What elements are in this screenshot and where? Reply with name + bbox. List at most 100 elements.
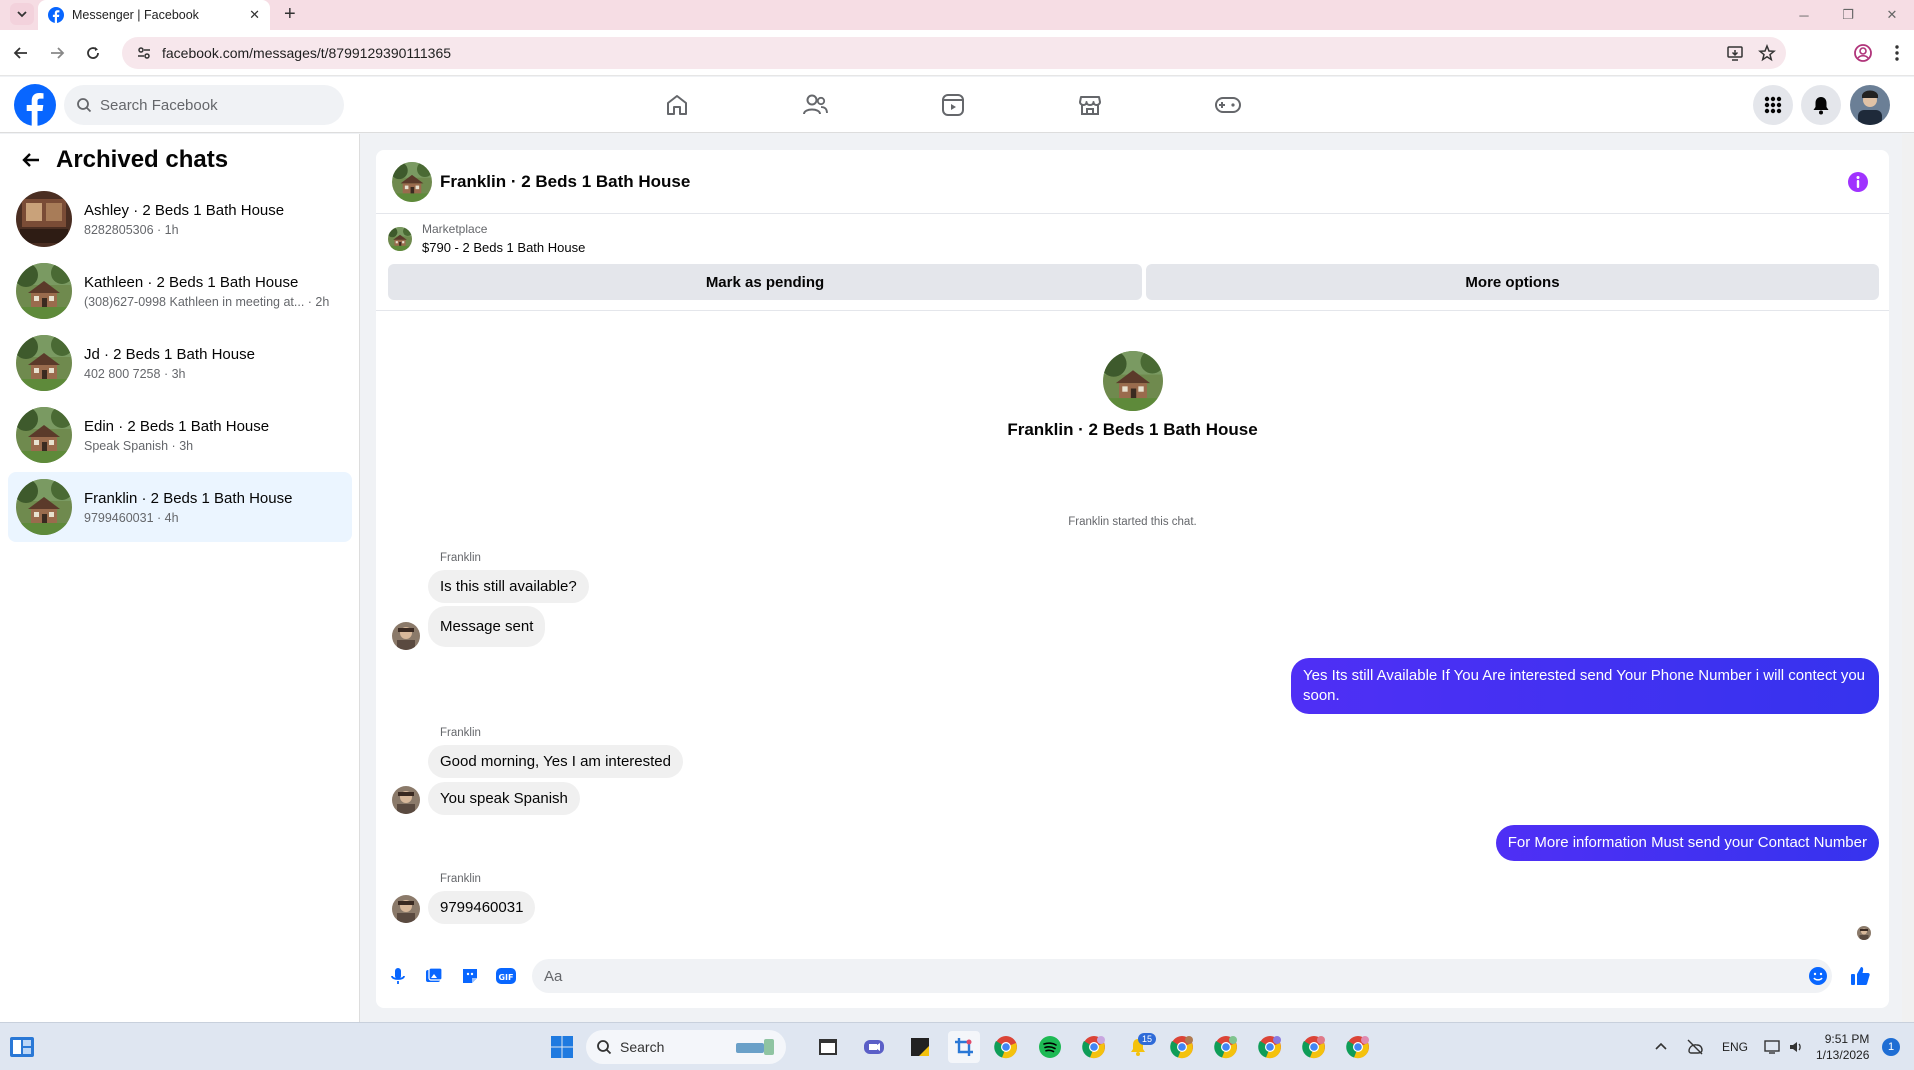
menu-button[interactable] (1753, 85, 1793, 125)
display-status-icon[interactable] (1764, 1023, 1782, 1070)
more-vertical-icon (1895, 45, 1899, 61)
chat-name: Edin · 2 Beds 1 Bath House (84, 417, 270, 435)
facebook-top-nav (0, 77, 1914, 133)
input-language-indicator[interactable]: ENG (1722, 1023, 1748, 1070)
taskbar-chrome-profile-1[interactable] (1078, 1031, 1110, 1063)
outgoing-message[interactable]: For More information Must send your Cont… (1495, 825, 1879, 861)
sender-avatar[interactable] (392, 786, 420, 814)
emoji-button[interactable] (1806, 964, 1830, 988)
url-text: facebook.com/messages/t/8799129390111365 (162, 45, 452, 61)
taskbar-chrome-profile-2[interactable] (1166, 1031, 1198, 1063)
chat-list-item[interactable]: Edin · 2 Beds 1 Bath House Speak Spanish … (8, 400, 352, 470)
sender-avatar[interactable] (392, 622, 420, 650)
widgets-icon (10, 1037, 34, 1057)
taskbar-spotify[interactable] (1034, 1031, 1066, 1063)
taskbar-chrome-profile-6[interactable] (1342, 1031, 1374, 1063)
chat-list-item[interactable]: Jd · 2 Beds 1 Bath House 402 800 7258 · 3… (8, 328, 352, 398)
widgets-button[interactable] (6, 1031, 38, 1063)
network-status-icon[interactable] (1686, 1023, 1704, 1070)
taskbar-file-manager[interactable] (812, 1031, 844, 1063)
chat-list-item[interactable]: Ashley · 2 Beds 1 Bath House 8282805306 ·… (8, 184, 352, 254)
gif-button[interactable]: GIF (494, 964, 518, 988)
conversation-header: Franklin · 2 Beds 1 Bath House (376, 150, 1889, 214)
incoming-message[interactable]: Good morning, Yes I am interested (428, 745, 683, 778)
taskbar-chrome[interactable] (990, 1031, 1022, 1063)
forward-button[interactable] (46, 42, 68, 64)
incoming-message[interactable]: Message sent (428, 606, 546, 647)
taskbar-chrome-profile-3[interactable] (1210, 1031, 1242, 1063)
back-arrow-icon[interactable] (20, 149, 42, 171)
restore-button[interactable]: ❐ (1826, 0, 1870, 30)
browser-profile-button[interactable] (1852, 42, 1874, 64)
nav-friends[interactable] (791, 87, 839, 123)
spotify-icon (1039, 1036, 1061, 1058)
taskbar-snipping-tool[interactable] (948, 1031, 980, 1063)
address-bar[interactable]: facebook.com/messages/t/8799129390111365 (122, 37, 1786, 69)
conversation-avatar[interactable] (392, 162, 432, 202)
taskbar-chrome-profile-4[interactable] (1254, 1031, 1286, 1063)
taskbar-notifications-app[interactable]: 15 (1122, 1031, 1156, 1063)
account-avatar[interactable] (1850, 85, 1890, 125)
incoming-message[interactable]: 9799460031 (428, 891, 536, 924)
chat-list-item[interactable]: Kathleen · 2 Beds 1 Bath House (308)627-0… (8, 256, 352, 326)
incoming-message[interactable]: Is this still available? (428, 570, 589, 603)
nav-marketplace[interactable] (1066, 87, 1114, 123)
attach-media-button[interactable] (422, 964, 446, 988)
nav-home[interactable] (653, 87, 701, 123)
reload-button[interactable] (82, 42, 104, 64)
outgoing-message[interactable]: Yes Its still Available If You Are inter… (1291, 658, 1879, 714)
install-app-icon[interactable] (1726, 37, 1744, 69)
tab-search-button[interactable] (10, 3, 34, 25)
back-button[interactable] (10, 42, 32, 64)
facebook-logo[interactable] (14, 84, 56, 126)
bookmark-star-icon[interactable] (1758, 37, 1776, 69)
voice-clip-button[interactable] (386, 964, 410, 988)
notifications-button[interactable] (1801, 85, 1841, 125)
microphone-icon (391, 968, 405, 984)
conversation-title[interactable]: Franklin · 2 Beds 1 Bath House (440, 172, 690, 192)
sender-avatar[interactable] (392, 895, 420, 923)
taskbar-search[interactable]: Search (586, 1030, 786, 1064)
sticker-icon (463, 969, 477, 983)
tab-title: Messenger | Facebook (72, 8, 199, 22)
sticker-button[interactable] (458, 964, 482, 988)
conversation-info-icon[interactable] (1847, 171, 1869, 193)
windows-logo-icon (551, 1036, 573, 1058)
mark-as-pending-button[interactable]: Mark as pending (388, 264, 1142, 300)
start-button[interactable] (546, 1031, 578, 1063)
browser-tab-messenger[interactable]: Messenger | Facebook ✕ (38, 0, 270, 30)
marketplace-listing[interactable]: Marketplace $790 - 2 Beds 1 Bath House (388, 222, 585, 255)
show-hidden-icons-button[interactable] (1654, 1023, 1668, 1070)
taskbar-meet-app[interactable] (858, 1031, 890, 1063)
incoming-message[interactable]: You speak Spanish (428, 782, 580, 815)
notification-center-button[interactable]: 1 (1882, 1023, 1900, 1070)
chat-intro-avatar (1103, 351, 1163, 411)
chat-list-item-active[interactable]: Franklin · 2 Beds 1 Bath House 9799460031… (8, 472, 352, 542)
archived-chats-header: Archived chats (20, 146, 228, 174)
system-clock[interactable]: 9:51 PM 1/13/2026 (1816, 1031, 1869, 1063)
taskbar-sticky-notes[interactable] (904, 1031, 936, 1063)
nav-gaming[interactable] (1204, 87, 1252, 123)
minimize-button[interactable]: ─ (1782, 0, 1826, 30)
facebook-search-box[interactable] (64, 85, 344, 125)
tab-close-icon[interactable]: ✕ (249, 7, 260, 23)
chat-name: Franklin · 2 Beds 1 Bath House (84, 489, 293, 507)
chat-avatar (16, 335, 72, 391)
chat-preview: (308)627-0998 Kathleen in meeting at... … (84, 294, 330, 309)
chrome-icon (1170, 1036, 1193, 1059)
taskbar-chrome-profile-5[interactable] (1298, 1031, 1330, 1063)
message-input[interactable] (532, 959, 1832, 993)
volume-icon[interactable] (1788, 1023, 1804, 1070)
close-window-button[interactable]: ✕ (1870, 0, 1914, 30)
like-button[interactable] (1848, 964, 1872, 988)
seen-indicator-avatar (1857, 926, 1871, 940)
chat-started-notice: Franklin started this chat. (1068, 516, 1197, 528)
browser-menu-button[interactable] (1886, 42, 1908, 64)
nav-video[interactable] (929, 87, 977, 123)
new-tab-button[interactable]: + (284, 4, 296, 24)
facebook-search-input[interactable] (100, 96, 300, 114)
snipping-tool-icon (955, 1038, 973, 1056)
page-scrollbar[interactable] (1902, 134, 1914, 1022)
gaming-icon (1215, 97, 1241, 113)
more-options-button[interactable]: More options (1146, 264, 1879, 300)
